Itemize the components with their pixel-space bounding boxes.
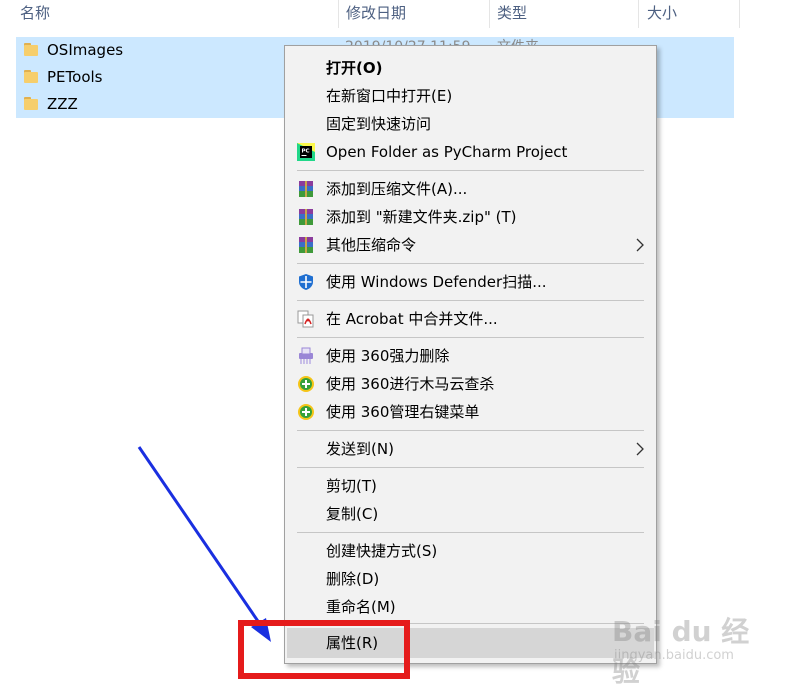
annotation-arrow-icon	[137, 446, 271, 642]
baidu-watermark: Bai du 经验 jingyan.baidu.com	[610, 610, 770, 688]
watermark-url: jingyan.baidu.com	[614, 648, 734, 663]
annotation-highlight-box	[238, 620, 410, 679]
